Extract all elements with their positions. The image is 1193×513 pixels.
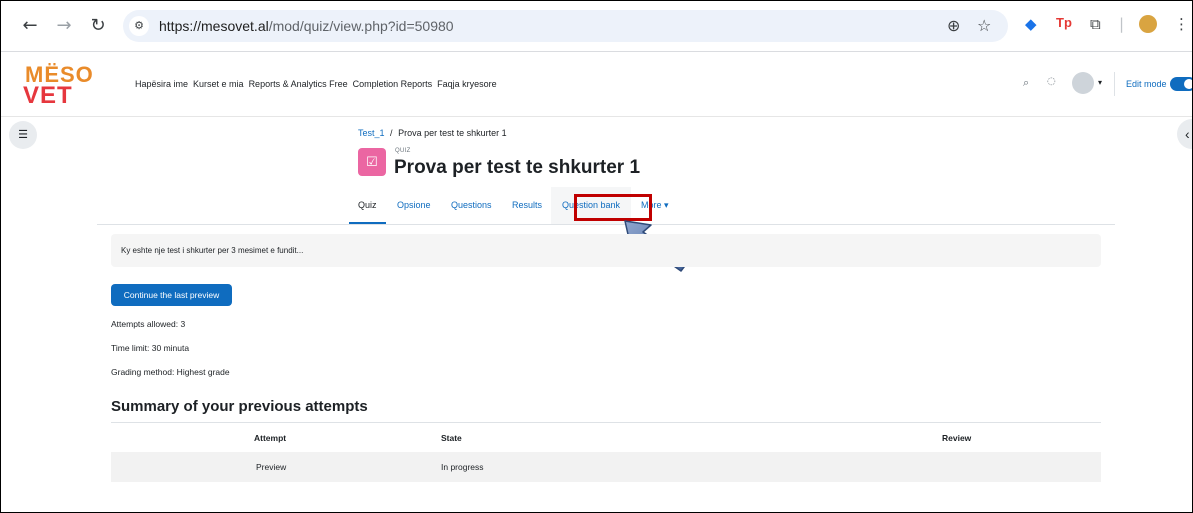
table-row: Preview In progress xyxy=(111,452,1101,482)
logo-line-2: VET xyxy=(23,82,73,109)
chrome-menu-icon[interactable]: ⋮ xyxy=(1174,15,1189,33)
quiz-activity-icon: ☑ xyxy=(358,148,386,176)
column-header-state: State xyxy=(441,433,462,443)
tab-quiz[interactable]: Quiz xyxy=(349,187,386,224)
url-text[interactable]: https://mesovet.al/mod/quiz/view.php?id=… xyxy=(159,10,454,42)
nav-item-my-courses[interactable]: Kurset e mia xyxy=(193,79,244,89)
edit-mode-label: Edit mode xyxy=(1126,79,1167,89)
continue-last-preview-button[interactable]: Continue the last preview xyxy=(111,284,232,306)
tab-questions[interactable]: Questions xyxy=(451,187,492,224)
breadcrumb: Test_1 / Prova per test te shkurter 1 xyxy=(358,128,507,138)
tab-settings[interactable]: Opsione xyxy=(397,187,431,224)
extension-diamond-icon[interactable]: ◆ xyxy=(1025,15,1037,33)
search-icon[interactable]: ⌕ xyxy=(1023,76,1029,90)
nav-item-home[interactable]: Faqja kryesore xyxy=(437,79,497,89)
breadcrumb-separator: / xyxy=(390,128,393,138)
block-drawer-toggle-icon[interactable]: ‹ xyxy=(1177,119,1192,149)
cell-state: In progress xyxy=(441,462,484,472)
meso-vet-logo[interactable]: MËSO VET xyxy=(23,62,93,109)
zoom-icon[interactable]: ⊕ xyxy=(947,16,960,35)
url-domain: https://mesovet.al xyxy=(159,18,269,34)
reload-icon[interactable]: ↻ xyxy=(87,15,109,37)
browser-toolbar: ← → ↻ ⚙ https://mesovet.al/mod/quiz/view… xyxy=(1,1,1192,52)
extension-tp-icon[interactable]: Tp xyxy=(1056,15,1072,30)
address-bar[interactable]: ⚙ https://mesovet.al/mod/quiz/view.php?i… xyxy=(123,10,1008,42)
attempts-allowed-text: Attempts allowed: 3 xyxy=(111,319,186,329)
tab-results[interactable]: Results xyxy=(512,187,542,224)
grading-method-text: Grading method: Highest grade xyxy=(111,367,230,377)
nav-item-completion-reports[interactable]: Completion Reports xyxy=(353,79,433,89)
header-divider xyxy=(1114,72,1115,96)
screenshot-frame: ← → ↻ ⚙ https://mesovet.al/mod/quiz/view… xyxy=(0,0,1193,513)
column-header-review: Review xyxy=(942,433,972,443)
cell-attempt: Preview xyxy=(256,462,287,472)
profile-avatar-icon[interactable] xyxy=(1139,15,1157,33)
forward-icon[interactable]: → xyxy=(53,15,75,37)
toolbar-divider: | xyxy=(1119,15,1125,33)
quiz-intro-box: Ky eshte nje test i shkurter per 3 mesim… xyxy=(111,234,1101,267)
url-path: /mod/quiz/view.php?id=50980 xyxy=(268,18,454,34)
activity-type-label: QUIZ xyxy=(395,148,411,154)
breadcrumb-current: Prova per test te shkurter 1 xyxy=(398,128,507,138)
extensions-puzzle-icon[interactable]: ⧉ xyxy=(1090,15,1101,33)
time-limit-text: Time limit: 30 minuta xyxy=(111,343,190,353)
site-header: MËSO VET Hapësira ime Kurset e mia Repor… xyxy=(1,52,1192,117)
back-icon[interactable]: ← xyxy=(19,15,41,37)
nav-item-reports-analytics[interactable]: Reports & Analytics Free xyxy=(249,79,348,89)
breadcrumb-course-link[interactable]: Test_1 xyxy=(358,128,385,138)
messages-icon[interactable]: ◌ xyxy=(1047,76,1056,87)
course-index-toggle-icon[interactable]: ☰ xyxy=(9,121,37,149)
attempts-table-header: Attempt State Review xyxy=(111,422,1101,453)
page-title: Prova per test te shkurter 1 xyxy=(394,157,641,178)
user-avatar[interactable] xyxy=(1072,72,1094,94)
site-info-icon[interactable]: ⚙ xyxy=(129,16,149,36)
summary-heading: Summary of your previous attempts xyxy=(111,398,368,415)
nav-item-dashboard[interactable]: Hapësira ime xyxy=(135,79,188,89)
chevron-down-icon[interactable]: ▾ xyxy=(1098,78,1102,87)
quiz-intro-text: Ky eshte nje test i shkurter per 3 mesim… xyxy=(121,246,304,255)
primary-navigation: Hapësira ime Kurset e mia Reports & Anal… xyxy=(135,52,502,116)
bookmark-star-icon[interactable]: ☆ xyxy=(977,16,991,35)
edit-mode-toggle[interactable] xyxy=(1170,77,1192,91)
column-header-attempt: Attempt xyxy=(254,433,287,443)
